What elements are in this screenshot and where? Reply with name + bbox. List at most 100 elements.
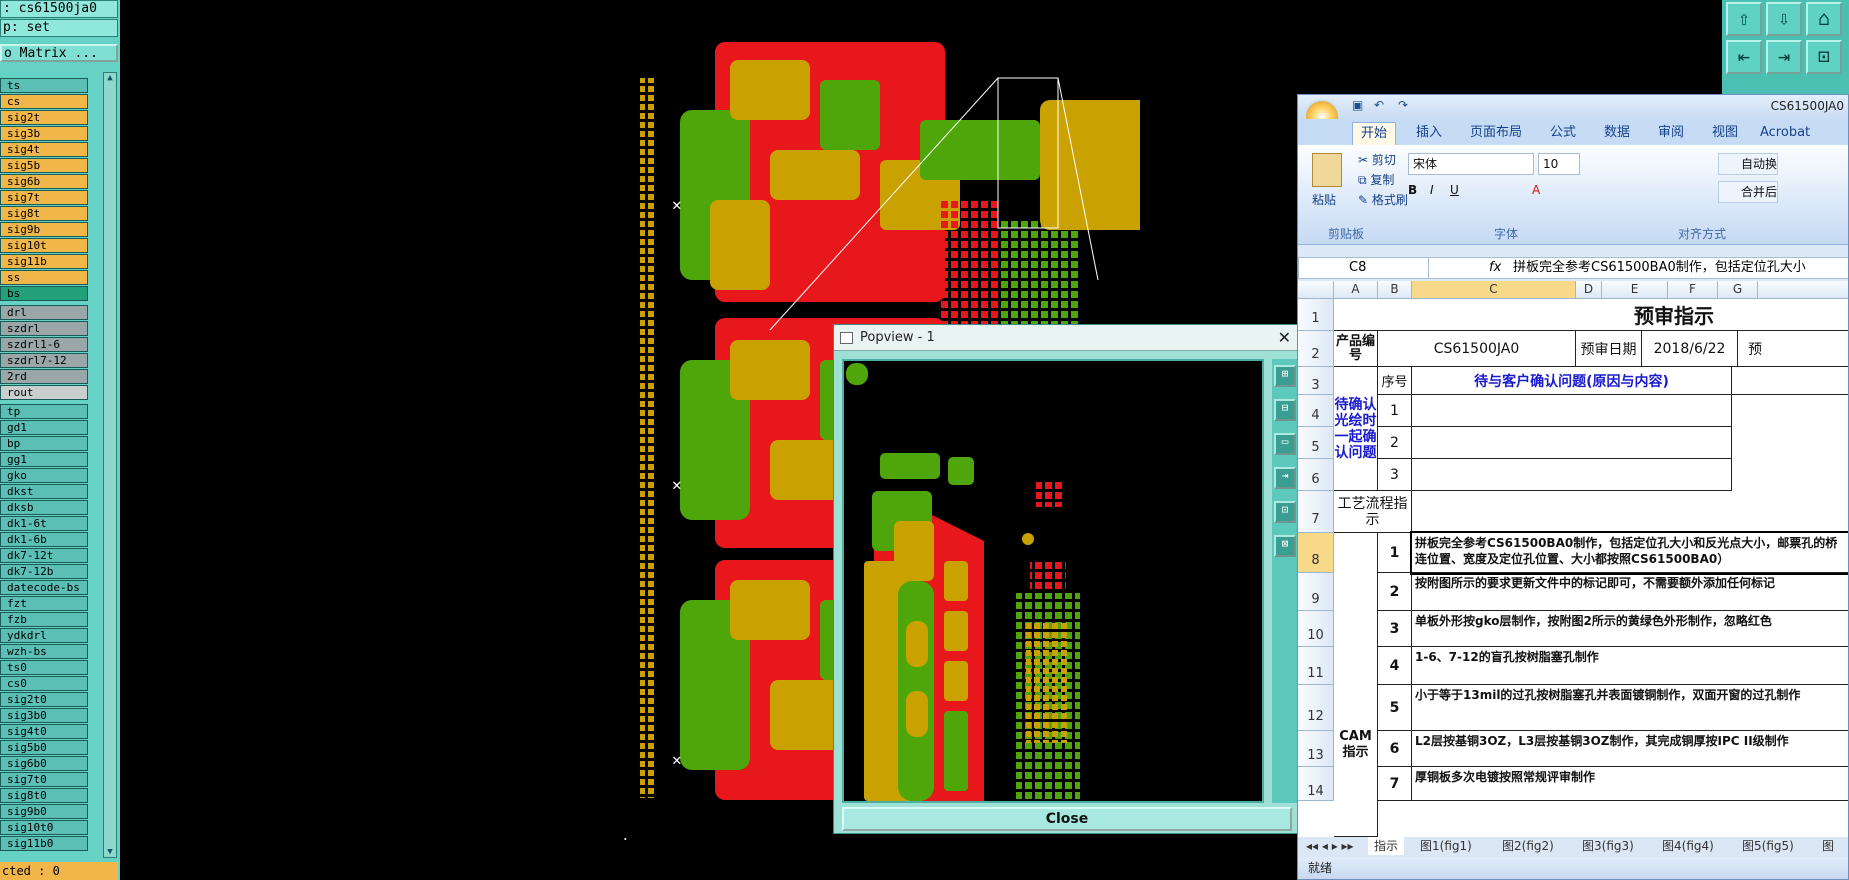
cut-button[interactable]: ✂ 剪切 bbox=[1358, 151, 1396, 168]
sheet-tab-active[interactable]: 指示 bbox=[1368, 837, 1405, 855]
tab-review[interactable]: 审阅 bbox=[1658, 122, 1684, 145]
layer-item[interactable]: sig2t0 bbox=[0, 692, 88, 707]
layer-item[interactable]: ss bbox=[0, 270, 88, 285]
row-header[interactable]: 2 bbox=[1298, 331, 1334, 367]
row-header[interactable]: 5 bbox=[1298, 427, 1334, 459]
column-header[interactable] bbox=[1758, 281, 1848, 299]
tool-icon[interactable]: ▭ bbox=[1274, 433, 1296, 455]
column-header[interactable]: F bbox=[1668, 281, 1718, 299]
row-header[interactable]: 13 bbox=[1298, 731, 1334, 767]
tab-formulas[interactable]: 公式 bbox=[1550, 122, 1576, 145]
layer-item[interactable]: sig7t bbox=[0, 190, 88, 205]
tool-icon[interactable]: ⊟ bbox=[1274, 399, 1296, 421]
home-icon[interactable]: ⌂ bbox=[1806, 2, 1842, 36]
matrix-button[interactable]: o Matrix ... bbox=[0, 44, 118, 62]
column-header[interactable]: C bbox=[1412, 281, 1576, 299]
layer-item[interactable]: dk7-12t bbox=[0, 548, 88, 563]
pan-left-icon[interactable]: ⇤ bbox=[1726, 40, 1762, 74]
column-header[interactable]: E bbox=[1602, 281, 1668, 299]
layer-item[interactable]: drl bbox=[0, 305, 88, 320]
layer-item[interactable]: sig3b0 bbox=[0, 708, 88, 723]
formula-input[interactable]: 拼板完全参考CS61500BA0制作，包括定位孔大小 bbox=[1513, 258, 1806, 278]
layer-item[interactable]: gko bbox=[0, 468, 88, 483]
paste-button[interactable]: 粘贴 bbox=[1312, 191, 1336, 208]
row-header[interactable]: 6 bbox=[1298, 459, 1334, 491]
layer-item[interactable]: sig8t bbox=[0, 206, 88, 221]
sheet-tab[interactable]: 图2(fig2) bbox=[1502, 837, 1554, 855]
layer-item[interactable]: fzb bbox=[0, 612, 88, 627]
layer-item[interactable]: ts0 bbox=[0, 660, 88, 675]
row-header[interactable]: 10 bbox=[1298, 611, 1334, 647]
tool-icon[interactable]: ⊡ bbox=[1274, 501, 1296, 523]
layer-item[interactable]: szdrl1-6 bbox=[0, 337, 88, 352]
cam-item-text[interactable]: 小于等于13mil的过孔按树脂塞孔并表面镀铜制作，双面开窗的过孔制作 bbox=[1412, 685, 1848, 731]
layer-item[interactable]: sig9b bbox=[0, 222, 88, 237]
row-header[interactable]: 1 bbox=[1298, 299, 1334, 331]
layer-item[interactable]: fzt bbox=[0, 596, 88, 611]
redo-icon[interactable]: ↷ bbox=[1398, 98, 1408, 112]
sheet-tab[interactable]: 图5(fig5) bbox=[1742, 837, 1794, 855]
layer-item[interactable]: sig5b bbox=[0, 158, 88, 173]
close-icon[interactable]: ✕ bbox=[1278, 325, 1291, 351]
layer-item[interactable]: sig5b0 bbox=[0, 740, 88, 755]
scroll-up-icon[interactable]: ▲ bbox=[105, 73, 115, 83]
tab-insert[interactable]: 插入 bbox=[1416, 122, 1442, 145]
layer-item[interactable]: sig10t0 bbox=[0, 820, 88, 835]
save-icon[interactable]: ▣ bbox=[1352, 98, 1363, 112]
layer-item[interactable]: szdrl bbox=[0, 321, 88, 336]
layer-item[interactable]: sig2t bbox=[0, 110, 88, 125]
row-header[interactable]: 3 bbox=[1298, 367, 1334, 395]
layer-item[interactable]: sig3b bbox=[0, 126, 88, 141]
row-header[interactable]: 7 bbox=[1298, 491, 1334, 533]
tab-acrobat[interactable]: Acrobat bbox=[1760, 122, 1810, 145]
empty-cell[interactable] bbox=[1412, 427, 1732, 459]
layer-item[interactable]: wzh-bs bbox=[0, 644, 88, 659]
tab-home[interactable]: 开始 bbox=[1352, 122, 1397, 145]
close-button[interactable]: Close bbox=[842, 807, 1292, 831]
wrap-text-button[interactable]: 自动换行 bbox=[1718, 153, 1778, 175]
layer-item[interactable]: cs0 bbox=[0, 676, 88, 691]
fx-icon[interactable]: fx bbox=[1489, 258, 1501, 278]
cam-item-text[interactable]: 1-6、7-12的盲孔按树脂塞孔制作 bbox=[1412, 647, 1848, 685]
layer-item[interactable]: dk7-12b bbox=[0, 564, 88, 579]
pan-right-icon[interactable]: ⇥ bbox=[1766, 40, 1802, 74]
tab-page-layout[interactable]: 页面布局 bbox=[1470, 122, 1522, 145]
format-painter-button[interactable]: ✎ 格式刷 bbox=[1358, 191, 1408, 208]
row-header[interactable]: 4 bbox=[1298, 395, 1334, 427]
layer-item[interactable]: rout bbox=[0, 385, 88, 400]
cam-item-text[interactable]: 单板外形按gko层制作，按附图2所示的黄绿色外形制作，忽略红色 bbox=[1412, 611, 1848, 647]
layer-item[interactable]: sig9b0 bbox=[0, 804, 88, 819]
zoom-home-icon[interactable]: ⇧ bbox=[1726, 2, 1762, 36]
layer-item[interactable]: sig10t bbox=[0, 238, 88, 253]
layer-item[interactable]: sig11b0 bbox=[0, 836, 88, 851]
cam-item-text[interactable]: 厚铜板多次电镀按照常规评审制作 bbox=[1412, 767, 1848, 801]
layer-item[interactable]: gd1 bbox=[0, 420, 88, 435]
tab-data[interactable]: 数据 bbox=[1604, 122, 1630, 145]
font-name-select[interactable]: 宋体 bbox=[1408, 153, 1534, 175]
fit-icon[interactable]: ⊡ bbox=[1806, 40, 1842, 74]
layer-item[interactable]: datecode-bs bbox=[0, 580, 88, 595]
layer-item[interactable]: dk1-6b bbox=[0, 532, 88, 547]
column-header[interactable]: G bbox=[1718, 281, 1758, 299]
layer-item[interactable]: ts bbox=[0, 78, 88, 93]
layer-item[interactable]: 2rd bbox=[0, 369, 88, 384]
layer-item[interactable]: sig6b bbox=[0, 174, 88, 189]
column-header[interactable]: D bbox=[1576, 281, 1602, 299]
empty-cell[interactable] bbox=[1412, 395, 1732, 427]
row-header[interactable]: 14 bbox=[1298, 767, 1334, 801]
sheet-tab[interactable]: 图3(fig3) bbox=[1582, 837, 1634, 855]
copy-button[interactable]: ⧉ 复制 bbox=[1358, 171, 1394, 188]
row-header[interactable]: 8 bbox=[1298, 533, 1334, 573]
layer-item[interactable]: dkst bbox=[0, 484, 88, 499]
layer-item[interactable]: sig4t bbox=[0, 142, 88, 157]
scroll-down-icon[interactable]: ▼ bbox=[105, 847, 115, 857]
italic-button[interactable]: I bbox=[1430, 183, 1434, 197]
empty-cell[interactable] bbox=[1412, 459, 1732, 491]
row-header[interactable]: 12 bbox=[1298, 685, 1334, 731]
layer-item[interactable]: sig4t0 bbox=[0, 724, 88, 739]
layer-item[interactable]: bs bbox=[0, 286, 88, 301]
column-header[interactable]: B bbox=[1378, 281, 1412, 299]
underline-button[interactable]: U bbox=[1450, 183, 1459, 197]
row-header[interactable]: 9 bbox=[1298, 573, 1334, 611]
merge-center-button[interactable]: 合并后居中 bbox=[1718, 181, 1778, 203]
